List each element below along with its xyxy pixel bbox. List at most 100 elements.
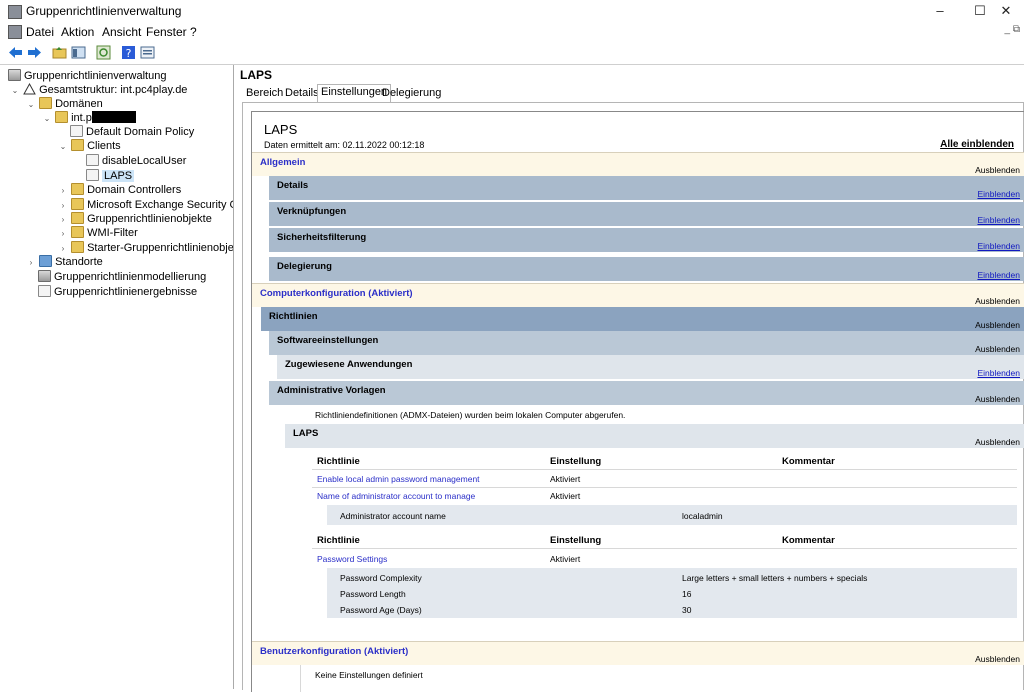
chevron-down-icon[interactable]: ⌄ [58,139,68,154]
toolbar: ? [0,42,1024,65]
hide-laps-link[interactable]: Ausblenden [975,437,1020,447]
section-administrative-vorlagen: Administrative Vorlagen Ausblenden [269,381,1024,405]
details-pane: LAPS Bereich Details Einstellungen Deleg… [234,65,1024,692]
menu-bar: Datei Aktion Ansicht Fenster ? _ ⧉ [0,22,1024,43]
tree-node-domain[interactable]: ⌄ int.p [42,111,136,126]
col-richtlinie: Richtlinie [317,456,360,467]
forward-arrow-icon[interactable] [27,45,42,60]
tab-bereich[interactable]: Bereich [246,87,283,99]
redaction-bar [91,111,136,123]
header-separator-2 [312,548,1017,549]
close-button[interactable]: ✕ [986,2,1024,20]
tree-node-domain-controllers[interactable]: › Domain Controllers [58,183,181,198]
menu-help[interactable]: ? [190,25,197,39]
ou-icon [71,198,85,210]
tree-node-default-domain-policy[interactable]: Default Domain Policy [70,125,194,140]
minimize-button[interactable]: – [920,2,960,20]
properties-icon[interactable] [140,45,155,60]
tree-node-domains[interactable]: ⌄ Domänen [26,97,103,112]
sub-password-complexity: Password Complexity [340,573,422,583]
gpo-link-icon [86,169,99,181]
hide-admin-templates-link[interactable]: Ausblenden [975,394,1020,404]
show-security-link[interactable]: Einblenden [977,241,1020,251]
tree-node-gpm-root[interactable]: Gruppenrichtlinienverwaltung [8,69,166,84]
menu-fenster[interactable]: Fenster [146,25,187,39]
password-sub-settings-band [327,568,1017,618]
folder-icon [71,241,85,253]
title-bar: Gruppenrichtlinienverwaltung – ☐ ✕ [0,0,1024,22]
section-verknuepfungen: Verknüpfungen Einblenden [269,202,1024,226]
menu-datei[interactable]: Datei [26,25,54,39]
sub-password-age: Password Age (Days) [340,605,422,615]
window-title: Gruppenrichtlinienverwaltung [26,4,182,18]
tree-node-disablelocaluser[interactable]: disableLocalUser [86,154,186,169]
domains-icon [39,97,53,109]
svg-text:?: ? [126,47,132,60]
section-details: Details Einblenden [269,176,1024,200]
mdi-window-buttons[interactable]: _ ⧉ [1005,24,1020,35]
tree-node-forest[interactable]: ⌄ Gesamtstruktur: int.pc4play.de [10,83,187,98]
hide-policies-link[interactable]: Ausblenden [975,320,1020,330]
chevron-right-icon[interactable]: › [58,226,68,241]
tree-node-wmi-filter[interactable]: › WMI-Filter [58,226,138,241]
hide-general-link[interactable]: Ausblenden [975,165,1020,175]
up-folder-icon[interactable] [52,45,67,60]
tree-node-exchange-groups[interactable]: › Microsoft Exchange Security Groups [58,198,233,213]
policy-password-settings[interactable]: Password Settings [317,554,387,564]
sub-admin-account-value: localadmin [682,511,723,521]
show-details-link[interactable]: Einblenden [977,189,1020,199]
ou-icon [71,139,85,151]
tab-einstellungen[interactable]: Einstellungen [317,84,392,102]
gpo-link-icon [86,154,99,166]
chevron-down-icon[interactable]: ⌄ [42,111,52,126]
policy-enable-laps[interactable]: Enable local admin password management [317,474,480,484]
tree-node-laps[interactable]: LAPS [86,169,135,184]
menu-ansicht[interactable]: Ansicht [102,25,141,39]
tab-details[interactable]: Details [285,87,319,99]
show-hide-console-tree-icon[interactable] [71,45,86,60]
chevron-down-icon[interactable]: ⌄ [10,83,20,98]
row-separator [312,487,1017,488]
tree-node-results[interactable]: Gruppenrichtlinienergebnisse [38,285,197,300]
generated-date: Daten ermittelt am: 02.11.2022 00:12:18 [264,140,425,150]
mmc-document-icon[interactable] [8,25,22,39]
policy-admin-account-name[interactable]: Name of administrator account to manage [317,491,475,501]
menu-aktion[interactable]: Aktion [61,25,94,39]
admx-note: Richtliniendefinitionen (ADMX-Dateien) w… [315,410,626,420]
chevron-right-icon[interactable]: › [58,183,68,198]
folder-icon [71,226,85,238]
hide-user-link[interactable]: Ausblenden [975,654,1020,664]
chevron-right-icon[interactable]: › [58,212,68,227]
section-richtlinien: Richtlinien Ausblenden [261,307,1024,331]
chevron-down-icon[interactable]: ⌄ [26,97,36,112]
tab-delegierung[interactable]: Delegierung [382,87,441,99]
show-all-link[interactable]: Alle einblenden [940,139,1014,150]
gpo-link-icon [70,125,83,137]
show-links-link[interactable]: Einblenden [977,215,1020,225]
chevron-right-icon[interactable]: › [58,241,68,256]
settings-report: LAPS Daten ermittelt am: 02.11.2022 00:1… [251,111,1024,692]
setting-admin-account-name: Aktiviert [550,491,581,501]
chevron-right-icon[interactable]: › [26,255,36,270]
settings-tab-panel: LAPS Daten ermittelt am: 02.11.2022 00:1… [242,102,1024,692]
hide-software-link[interactable]: Ausblenden [975,344,1020,354]
hide-computer-link[interactable]: Ausblenden [975,296,1020,306]
folder-icon [71,212,85,224]
section-benutzerkonfiguration: Benutzerkonfiguration (Aktiviert) Ausble… [252,641,1024,665]
back-arrow-icon[interactable] [8,45,23,60]
tree-node-clients[interactable]: ⌄ Clients [58,139,121,154]
tree-node-sites[interactable]: › Standorte [26,255,103,270]
sub-password-complexity-value: Large letters + small letters + numbers … [682,573,868,583]
section-delegierung: Delegierung Einblenden [269,257,1024,281]
show-delegation-link[interactable]: Einblenden [977,270,1020,280]
help-icon[interactable]: ? [121,45,136,60]
chevron-right-icon[interactable]: › [58,198,68,213]
refresh-icon[interactable] [96,45,111,60]
tree-node-modeling[interactable]: Gruppenrichtlinienmodellierung [38,270,206,285]
tree-node-starter-gpo[interactable]: › Starter-Gruppenrichtlinienobjekte [58,241,233,256]
col-einstellung-2: Einstellung [550,535,602,546]
section-laps: LAPS Ausblenden [285,424,1024,448]
col-kommentar-2: Kommentar [782,535,835,546]
tree-node-gpo-container[interactable]: › Gruppenrichtlinienobjekte [58,212,212,227]
show-assigned-link[interactable]: Einblenden [977,368,1020,378]
